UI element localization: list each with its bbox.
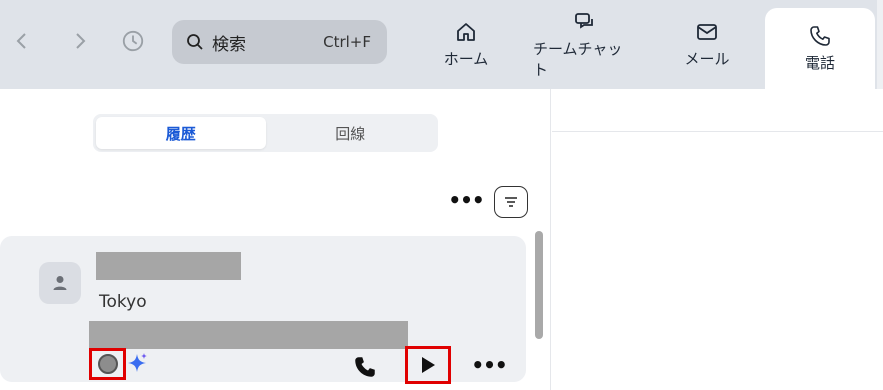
mail-icon bbox=[697, 24, 717, 40]
tab-mail[interactable]: メール bbox=[672, 0, 742, 89]
history-icon[interactable] bbox=[121, 28, 145, 54]
redacted-contact-name bbox=[96, 252, 241, 280]
search-shortcut: Ctrl+F bbox=[323, 33, 371, 51]
tab-team-chat[interactable]: チームチャット bbox=[533, 0, 637, 89]
tab-home-label: ホーム bbox=[443, 50, 489, 68]
home-icon bbox=[457, 23, 475, 41]
divider bbox=[552, 131, 883, 132]
more-options-button[interactable]: ••• bbox=[448, 187, 484, 213]
back-arrow-icon[interactable] bbox=[10, 28, 34, 54]
call-history-panel: 履歴 回線 ••• Tokyo ••• bbox=[0, 89, 551, 390]
call-more-options-button[interactable]: ••• bbox=[471, 353, 507, 377]
tab-lines[interactable]: 回線 bbox=[266, 117, 436, 149]
person-icon bbox=[53, 276, 67, 290]
tab-phone-label: 電話 bbox=[804, 54, 835, 72]
recording-status-indicator[interactable] bbox=[89, 348, 126, 380]
call-history-item[interactable]: Tokyo ••• bbox=[0, 236, 526, 384]
top-navigation-bar: 検索 Ctrl+F ホーム チームチャット メール 電話 bbox=[0, 0, 883, 89]
tab-mail-label: メール bbox=[684, 50, 730, 68]
filter-button[interactable] bbox=[494, 186, 528, 218]
filter-icon bbox=[505, 197, 517, 207]
contact-location: Tokyo bbox=[99, 292, 147, 312]
call-back-phone-icon[interactable] bbox=[352, 354, 378, 380]
tab-home[interactable]: ホーム bbox=[436, 0, 496, 89]
record-dot-icon bbox=[97, 354, 118, 374]
play-recording-button[interactable] bbox=[405, 346, 451, 384]
avatar bbox=[39, 262, 81, 304]
tab-history[interactable]: 履歴 bbox=[96, 117, 266, 149]
phone-icon bbox=[810, 26, 830, 46]
scrollbar[interactable] bbox=[535, 231, 543, 339]
segmented-control: 履歴 回線 bbox=[93, 114, 438, 152]
forward-arrow-icon[interactable] bbox=[68, 28, 92, 54]
chat-icon bbox=[575, 12, 593, 29]
search-icon bbox=[187, 34, 203, 50]
tab-phone[interactable]: 電話 bbox=[765, 8, 875, 89]
ai-sparkle-icon[interactable] bbox=[126, 352, 148, 374]
search-label: 検索 bbox=[212, 34, 246, 55]
tab-team-chat-label: チームチャット bbox=[533, 39, 623, 79]
search-bar[interactable]: 検索 Ctrl+F bbox=[172, 20, 387, 64]
detail-panel bbox=[552, 89, 883, 390]
redacted-call-details bbox=[89, 321, 408, 349]
window-edge bbox=[877, 0, 883, 89]
play-icon bbox=[422, 357, 435, 373]
